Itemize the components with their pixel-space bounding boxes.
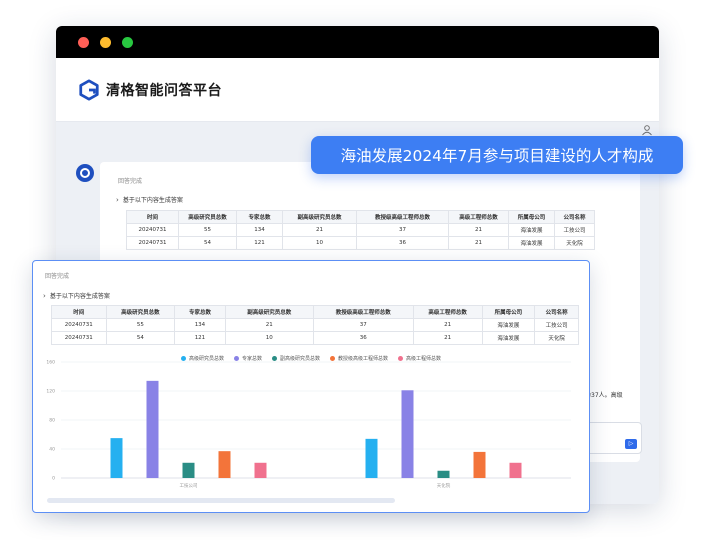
table-header-cell: 高级工程师总数	[448, 210, 509, 224]
user-avatar-icon[interactable]	[641, 124, 653, 136]
y-tick-label: 120	[46, 389, 55, 395]
close-window-button[interactable]	[78, 36, 89, 48]
table-header-cell: 教授级高级工程师总数	[356, 210, 449, 224]
table-cell: 10	[282, 236, 357, 250]
answer-status: 回答完成	[118, 178, 143, 185]
x-tick-label: 工技公司	[180, 482, 198, 489]
table-cell: 36	[356, 236, 449, 250]
table-header-cell: 专家总数	[236, 210, 283, 224]
table-cell: 20240731	[126, 223, 179, 237]
table-row: 20240731 54 121 10 36 21 海油发展 天化院	[51, 331, 579, 345]
answer-status: 回答完成	[45, 273, 70, 280]
chevron-right-icon: ›	[43, 291, 46, 300]
source-table: 时间 高级研究员总数 专家总数 副高级研究员总数 教授级高级工程师总数 高级工程…	[126, 210, 595, 250]
source-toggle-label: 基于以下内容生成答案	[49, 293, 110, 300]
table-header-cell: 时间	[126, 210, 179, 224]
table-cell: 工技公司	[554, 223, 595, 237]
table-cell: 20240731	[51, 318, 107, 332]
y-tick-label: 0	[52, 476, 55, 482]
table-cell: 37	[356, 223, 449, 237]
table-cell: 54	[105, 331, 176, 345]
table-cell: 21	[224, 318, 314, 332]
table-row: 20240731 55 134 21 37 21 海油发展 工技公司	[51, 318, 579, 332]
chevron-right-icon: ›	[116, 195, 119, 204]
y-tick-label: 80	[49, 418, 55, 424]
bar	[473, 451, 486, 478]
table-cell: 36	[312, 331, 414, 345]
table-cell: 134	[174, 318, 226, 332]
table-cell: 21	[448, 236, 509, 250]
table-cell: 134	[236, 223, 283, 237]
table-header-cell: 高级研究员总数	[105, 305, 176, 319]
bar	[182, 462, 195, 478]
table-cell: 121	[236, 236, 283, 250]
table-header-cell: 公司名称	[534, 305, 579, 319]
bar	[254, 462, 267, 478]
minimize-window-button[interactable]	[100, 36, 111, 48]
table-header-cell: 高级工程师总数	[412, 305, 483, 319]
table-cell: 55	[178, 223, 237, 237]
table-cell: 54	[178, 236, 237, 250]
table-header-cell: 教授级高级工程师总数	[312, 305, 414, 319]
source-toggle[interactable]: › 基于以下内容生成答案	[116, 195, 628, 205]
table-header-cell: 公司名称	[554, 210, 595, 224]
app-header: 清格智能问答平台	[56, 58, 659, 122]
table-cell: 37	[312, 318, 414, 332]
table-row: 20240731 54 121 10 36 21 海油发展 天化院	[126, 236, 595, 250]
maximize-window-button[interactable]	[122, 36, 133, 48]
chat-input[interactable]: ▷	[585, 422, 642, 454]
source-table: 时间 高级研究员总数 专家总数 副高级研究员总数 教授级高级工程师总数 高级工程…	[51, 305, 579, 345]
table-cell: 21	[448, 223, 509, 237]
table-cell: 21	[282, 223, 357, 237]
y-tick-label: 40	[49, 447, 55, 453]
table-header-cell: 所属母公司	[481, 305, 536, 319]
table-cell: 20240731	[51, 331, 107, 345]
app-title: 清格智能问答平台	[106, 82, 222, 99]
table-cell: 21	[412, 331, 483, 345]
table-cell: 21	[412, 318, 483, 332]
bar	[401, 390, 414, 478]
table-header-cell: 副高级研究员总数	[224, 305, 314, 319]
table-cell: 海油发展	[481, 318, 536, 332]
send-button[interactable]: ▷	[625, 439, 637, 449]
table-header-row: 时间 高级研究员总数 专家总数 副高级研究员总数 教授级高级工程师总数 高级工程…	[126, 210, 595, 224]
table-cell: 20240731	[126, 236, 179, 250]
app-logo-icon	[79, 78, 99, 101]
bar	[146, 380, 159, 478]
x-tick-label: 天化院	[437, 482, 451, 489]
y-tick-label: 160	[46, 360, 55, 366]
table-header-row: 时间 高级研究员总数 专家总数 副高级研究员总数 教授级高级工程师总数 高级工程…	[51, 305, 579, 319]
bar	[509, 462, 522, 478]
answer-text-fragment: 为37人。高级	[585, 392, 623, 399]
chart-scrollbar[interactable]	[47, 498, 395, 503]
table-cell: 海油发展	[481, 331, 536, 345]
table-cell: 55	[105, 318, 176, 332]
table-row: 20240731 55 134 21 37 21 海油发展 工技公司	[126, 223, 595, 237]
table-cell: 10	[224, 331, 314, 345]
user-question-bubble: 海油发展2024年7月参与项目建设的人才构成	[311, 136, 683, 174]
table-cell: 121	[174, 331, 226, 345]
bar	[365, 438, 378, 478]
table-cell: 天化院	[534, 331, 579, 345]
source-toggle[interactable]: › 基于以下内容生成答案	[43, 291, 579, 301]
bot-avatar-icon	[76, 164, 94, 182]
table-header-cell: 副高级研究员总数	[282, 210, 357, 224]
bar	[218, 451, 231, 478]
source-toggle-label: 基于以下内容生成答案	[122, 197, 183, 204]
table-cell: 天化院	[554, 236, 595, 250]
bar	[110, 438, 123, 478]
table-header-cell: 高级研究员总数	[178, 210, 237, 224]
table-cell: 海油发展	[508, 236, 555, 250]
bar-chart: 0 40 80 120 160 工技公司 天化院	[46, 360, 571, 489]
table-header-cell: 所属母公司	[508, 210, 555, 224]
window-titlebar	[56, 26, 659, 58]
table-header-cell: 时间	[51, 305, 107, 319]
table-header-cell: 专家总数	[174, 305, 226, 319]
table-cell: 海油发展	[508, 223, 555, 237]
table-cell: 工技公司	[534, 318, 579, 332]
bar	[437, 470, 450, 478]
answer-card-front: 回答完成 › 基于以下内容生成答案 时间 高级研究员总数 专家总数 副高级研究员…	[32, 260, 590, 513]
